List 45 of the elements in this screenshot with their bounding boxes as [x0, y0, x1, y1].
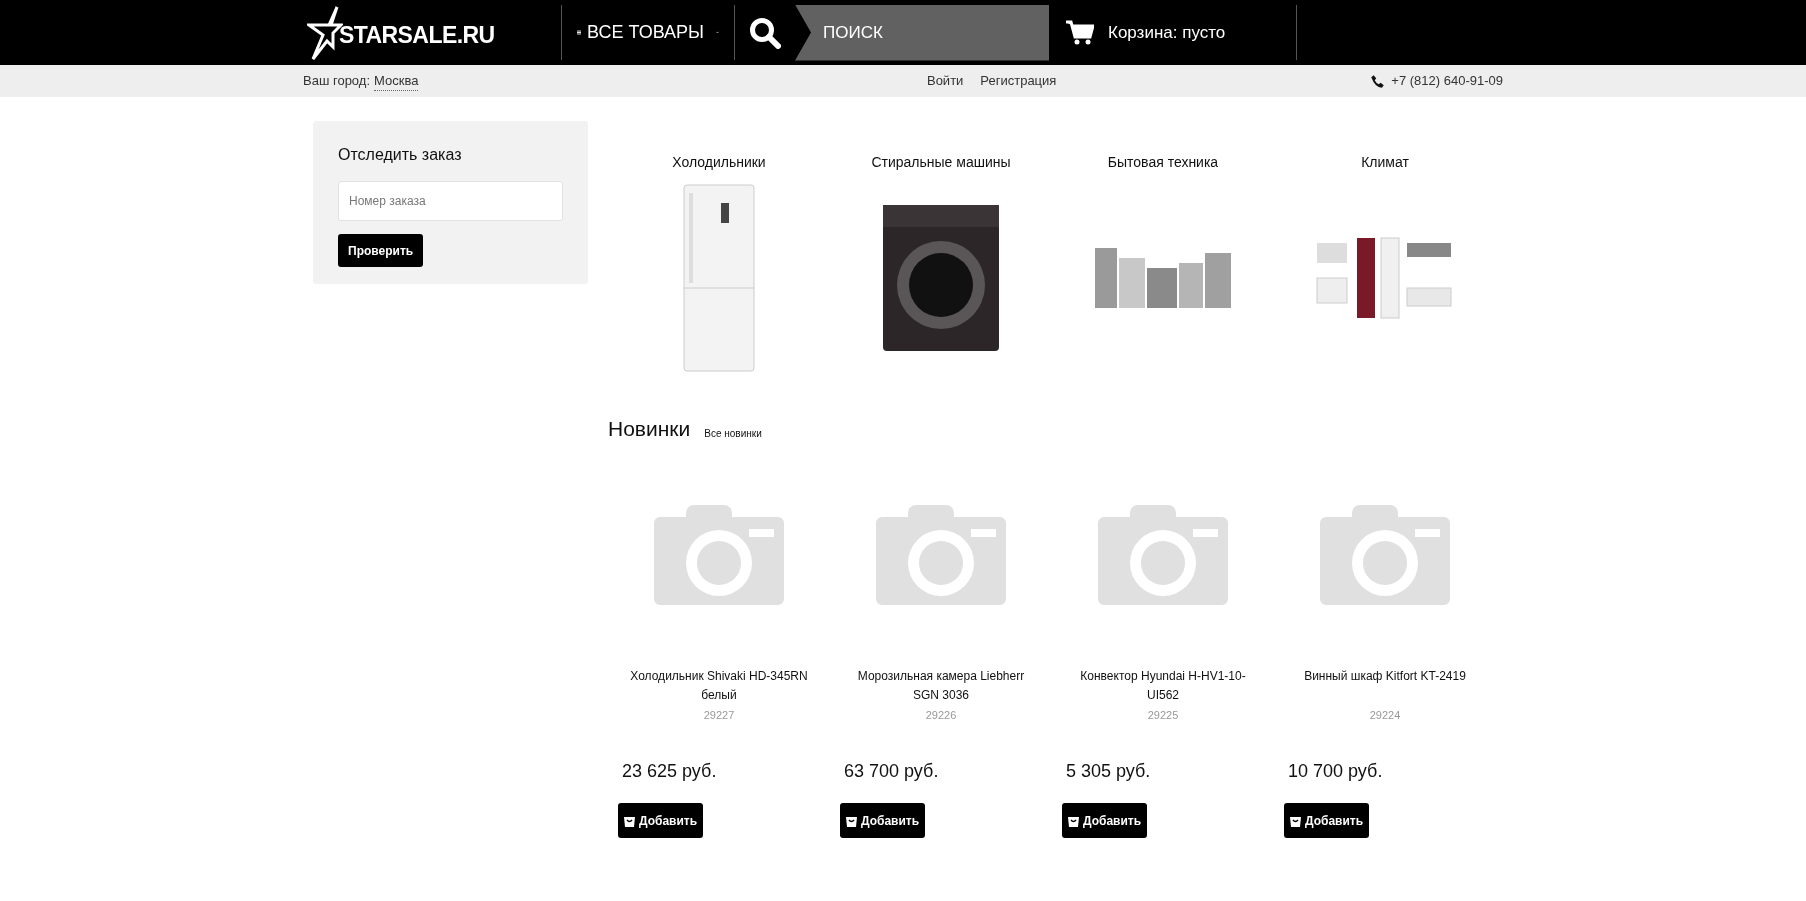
camera-placeholder-icon [1098, 504, 1228, 605]
phone-icon [1370, 73, 1386, 89]
product-price: 10 700 руб. [1288, 760, 1383, 783]
basket-icon [624, 814, 635, 827]
product-price: 23 625 руб. [622, 760, 717, 783]
city-link[interactable]: Москва [374, 70, 419, 92]
check-button[interactable]: Проверить [338, 234, 424, 267]
category-link[interactable]: Стиральные машины [871, 152, 1011, 173]
product-code: 29227 [703, 707, 735, 723]
add-to-cart-button[interactable]: Добавить [1284, 803, 1370, 838]
product-price: 5 305 руб. [1066, 760, 1151, 783]
account-link[interactable]: Регистрация [980, 71, 1057, 91]
cart-icon [1066, 19, 1094, 46]
product-name[interactable]: Конвектор Hyundai H-HV1-10-UI562 [1073, 666, 1253, 705]
add-to-cart-button[interactable]: Добавить [618, 803, 704, 838]
product-code: 29225 [1147, 707, 1179, 723]
track-order-title: Отследить заказ [338, 145, 463, 165]
city-label: Ваш город: [303, 71, 370, 90]
all-new-items-link[interactable]: Все новинки [704, 425, 762, 441]
product-name[interactable]: Холодильник Shivaki HD-345RN белый [629, 666, 809, 705]
add-to-cart-button[interactable]: Добавить [840, 803, 926, 838]
product-price: 63 700 руб. [844, 760, 939, 783]
product-name[interactable]: Морозильная камера Liebherr SGN 3036 [851, 666, 1031, 705]
search-field[interactable]: ПОИСК [795, 4, 1049, 61]
category-link[interactable]: Климат [1361, 152, 1409, 173]
catalog-menu-button[interactable]: ВСЕ ТОВАРЫ [562, 0, 734, 65]
camera-placeholder-icon [654, 504, 784, 605]
category-link[interactable]: Бытовая техника [1107, 152, 1219, 173]
cart-link[interactable]: Корзина: пусто [1066, 19, 1296, 46]
camera-placeholder-icon [876, 504, 1006, 605]
add-to-cart-button[interactable]: Добавить [1062, 803, 1148, 838]
basket-icon [1068, 814, 1079, 827]
phone-number: +7 (812) 640-91-09 [1391, 72, 1503, 91]
basket-icon [846, 814, 857, 827]
category-link[interactable]: Холодильники [672, 152, 766, 173]
new-items-heading: Новинки [608, 416, 691, 442]
order-number-field[interactable]: Номер заказа [338, 181, 563, 221]
account-link[interactable]: Войти [926, 71, 964, 91]
product-code: 29224 [1369, 707, 1401, 723]
product-code: 29226 [925, 707, 957, 723]
product-name[interactable]: Винный шкаф Kitfort KT-2419 [1295, 666, 1475, 705]
camera-placeholder-icon [1320, 504, 1450, 605]
search-icon[interactable] [749, 16, 781, 49]
site-logo[interactable]: STARSALE.RU [339, 18, 495, 53]
basket-icon [1290, 814, 1301, 827]
